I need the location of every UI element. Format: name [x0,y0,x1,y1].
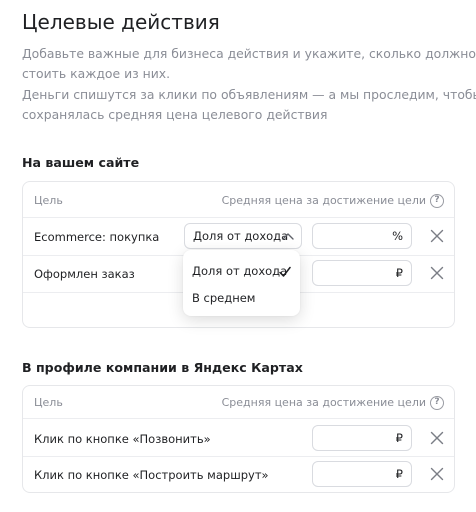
divider [23,217,454,218]
goal-column-header: Цель [34,194,63,207]
maps-goals-card: Цель Средняя цена за достижение цели ? К… [22,385,455,493]
price-input-ecommerce[interactable]: % [312,223,412,249]
goal-column-header: Цель [34,396,63,409]
help-icon[interactable]: ? [430,194,444,208]
price-type-dropdown: Доля от дохода В среднем [183,250,300,316]
description-line-3: Деньги спишутся за клики по объявлениям … [22,87,476,102]
price-input-call[interactable]: ₽ [312,425,412,451]
chevron-up-icon [282,233,294,240]
dropdown-option-average[interactable]: В среднем [192,291,255,305]
close-icon[interactable] [430,431,444,445]
description-line-4: сохранялась средняя цена целевого действ… [22,107,328,122]
divider [23,418,454,419]
page-title: Целевые действия [22,10,220,34]
price-type-select[interactable]: Доля от дохода [184,223,302,249]
dropdown-option-revenue-share[interactable]: Доля от дохода [192,264,287,278]
close-icon[interactable] [430,266,444,280]
close-icon[interactable] [430,467,444,481]
divider [23,456,454,457]
close-icon[interactable] [430,229,444,243]
description-line-2: стоить каждое из них. [22,66,171,81]
ruble-unit: ₽ [395,431,403,445]
ruble-unit: ₽ [395,266,403,280]
goal-label-order: Оформлен заказ [34,267,135,281]
ruble-unit: ₽ [395,467,403,481]
goal-label-ecommerce: Ecommerce: покупка [34,230,160,244]
price-column-header: Средняя цена за достижение цели [221,194,426,207]
description-line-1: Добавьте важные для бизнеса действия и у… [22,46,476,61]
select-value: Доля от дохода [193,229,289,243]
goal-label-route: Клик по кнопке «Построить маршрут» [34,468,269,482]
price-input-order[interactable]: ₽ [312,260,412,286]
help-icon[interactable]: ? [430,396,444,410]
percent-unit: % [392,229,403,243]
price-input-route[interactable]: ₽ [312,461,412,487]
goal-label-call: Клик по кнопке «Позвонить» [34,432,211,446]
price-column-header: Средняя цена за достижение цели [221,396,426,409]
checkmark-icon [279,266,291,277]
maps-section-title: В профиле компании в Яндекс Картах [22,360,303,375]
site-section-title: На вашем сайте [22,155,140,170]
